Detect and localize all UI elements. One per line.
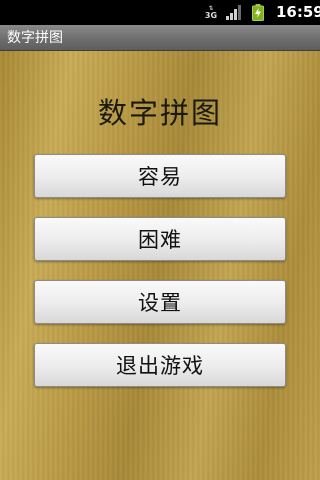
- easy-button[interactable]: 容易: [34, 154, 286, 198]
- clock: 16:59: [276, 3, 320, 21]
- page-title: 数字拼图: [97, 96, 222, 130]
- hard-button[interactable]: 困难: [34, 217, 286, 261]
- app-title-bar: 数字拼图: [0, 25, 320, 51]
- battery-charging-icon: [252, 4, 264, 21]
- network-type-icon: ⇅ 3G: [204, 5, 218, 20]
- signal-strength-icon: [226, 5, 241, 20]
- main-menu: 数字拼图 容易 困难 设置 退出游戏: [0, 51, 320, 480]
- screen: ⇅ 3G 16:59 数字拼图 数字拼图 容易 困难 设置 退出游戏: [0, 0, 320, 480]
- status-bar: ⇅ 3G 16:59: [0, 0, 320, 25]
- settings-button[interactable]: 设置: [34, 280, 286, 324]
- exit-game-button[interactable]: 退出游戏: [34, 343, 286, 387]
- app-title: 数字拼图: [7, 30, 63, 46]
